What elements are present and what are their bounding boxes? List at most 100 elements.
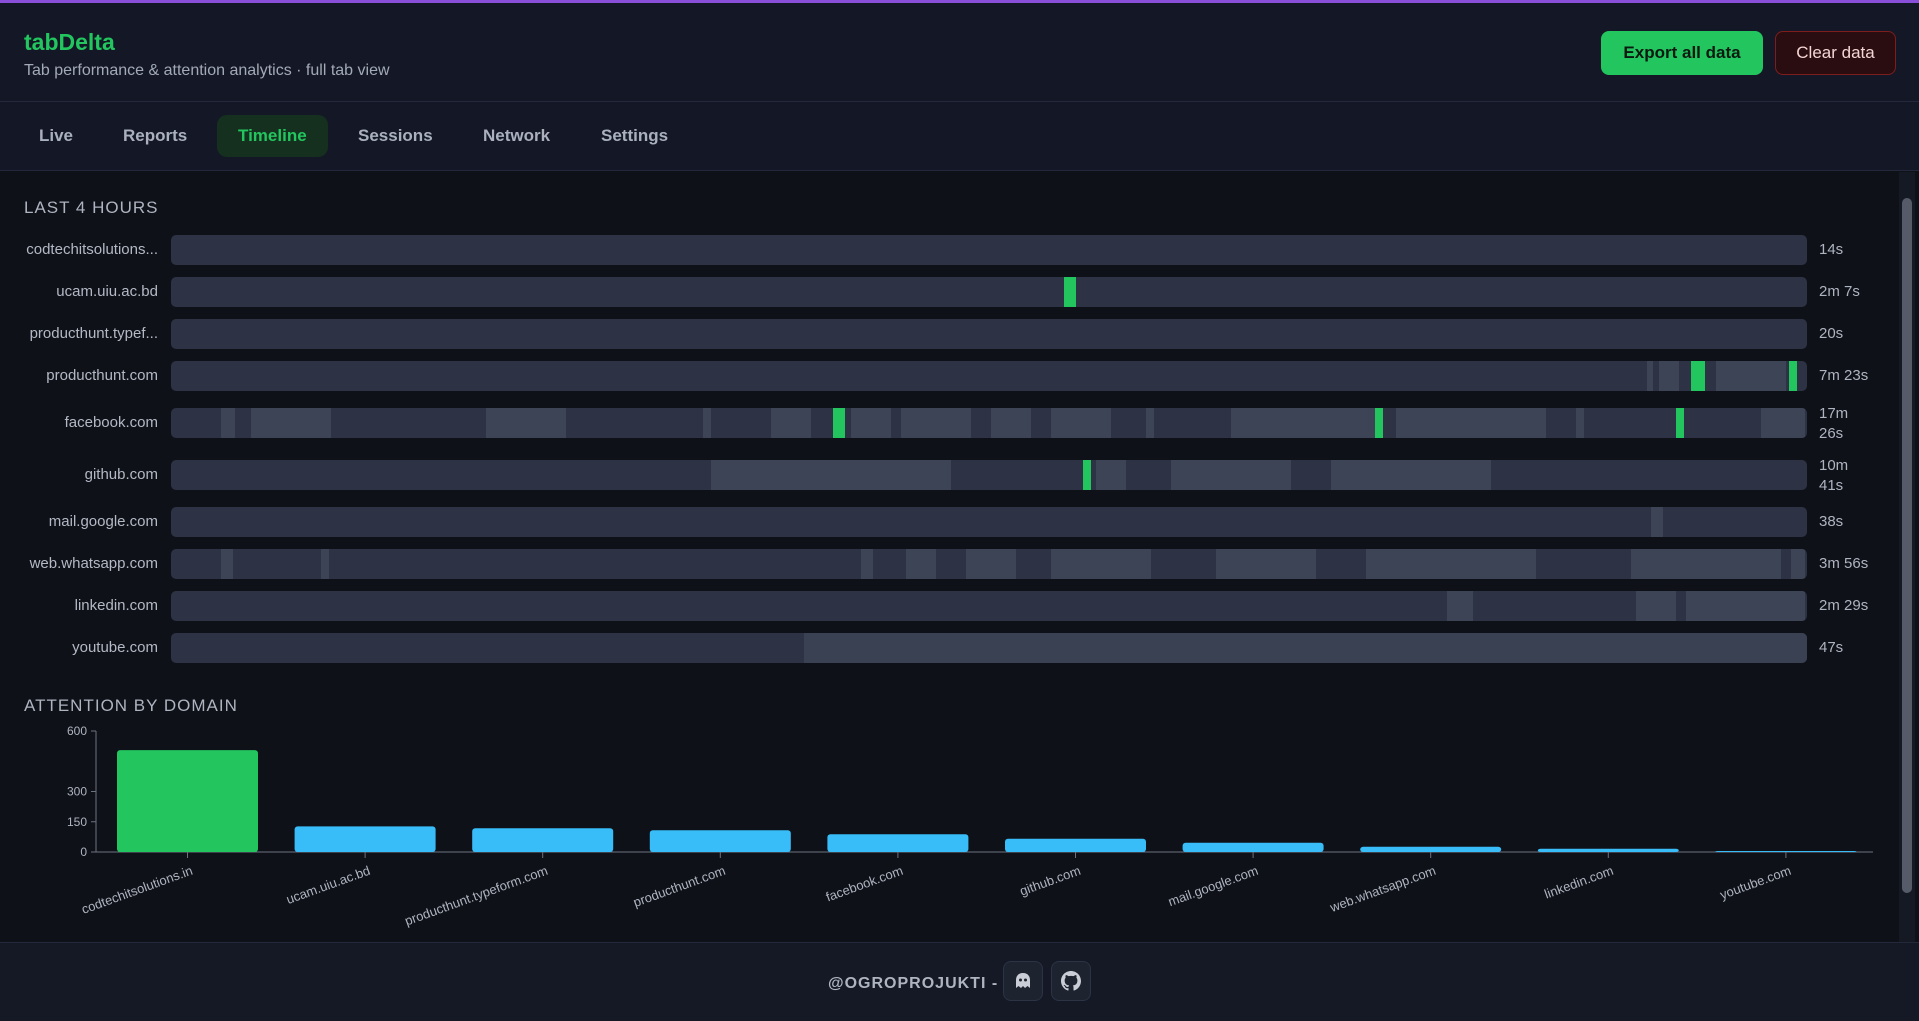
background-segment [711, 460, 951, 490]
timeline-track [171, 549, 1807, 579]
timeline-row-label: linkedin.com [74, 597, 158, 614]
bar-producthunt.com [649, 830, 791, 852]
active-focus-segment [1789, 361, 1797, 391]
x-tick-label: producthunt.typeform.com [403, 863, 550, 929]
tab-sessions[interactable]: Sessions [337, 115, 454, 157]
active-focus-segment [1676, 408, 1684, 438]
timeline-row-duration: 7m 23s [1819, 367, 1869, 384]
background-segment [251, 408, 331, 438]
background-segment [1716, 361, 1786, 391]
timeline-row-duration: 2m 29s [1819, 597, 1869, 614]
x-tick-label: web.whatsapp.com [1327, 863, 1438, 915]
timeline-row-label: mail.google.com [48, 513, 158, 530]
active-focus-segment [1691, 361, 1705, 391]
ghost-icon-glyph [1016, 973, 1030, 988]
background-segment [1686, 591, 1805, 621]
x-tick-label: mail.google.com [1166, 863, 1260, 909]
tab-timeline[interactable]: Timeline [217, 115, 328, 157]
background-segment [1761, 408, 1805, 438]
background-segment [901, 408, 971, 438]
background-segment [1171, 460, 1291, 490]
background-segment [1659, 361, 1679, 391]
background-segment [804, 633, 1807, 663]
active-focus-segment [833, 408, 845, 438]
background-segment [1366, 549, 1536, 579]
background-segment [1096, 460, 1126, 490]
timeline-row-duration: 3m 56s [1819, 555, 1869, 572]
timeline-row-duration: 20s [1819, 325, 1844, 342]
background-segment [1791, 549, 1805, 579]
attention-bar-chart: 0 150 300 600 codtechitsolutions.in ucam.uiu.… [67, 724, 1873, 929]
bar-facebook.com [827, 834, 969, 852]
footer-credit: @OGROPROJUKTI - [828, 975, 999, 992]
x-tick-label: linkedin.com [1542, 863, 1615, 902]
background-segment [1051, 408, 1111, 438]
timeline-row-label: producthunt.com [46, 367, 158, 384]
background-segment [1146, 408, 1154, 438]
bar-codtechitsolutions.in [117, 750, 258, 852]
active-focus-segment [1083, 460, 1091, 490]
footer: @OGROPROJUKTI - [0, 942, 1919, 1021]
background-segment [221, 408, 235, 438]
app-subtitle: Tab performance & attention analytics · … [24, 62, 390, 79]
timeline-row-label: github.com [84, 466, 158, 483]
x-tick-label: producthunt.com [631, 863, 727, 910]
tab-bar: Live Reports Timeline Sessions Network S… [0, 102, 1919, 171]
tab-live[interactable]: Live [18, 115, 94, 157]
timeline-track [171, 507, 1807, 537]
tab-settings[interactable]: Settings [580, 115, 689, 157]
y-tick-label: 0 [80, 845, 87, 859]
timeline-row-label: facebook.com [64, 414, 158, 431]
active-focus-segment [1064, 277, 1076, 307]
timeline-row-label: youtube.com [72, 639, 158, 656]
github-icon[interactable] [1051, 961, 1091, 1001]
background-segment [991, 408, 1031, 438]
timeline-track [171, 277, 1807, 307]
background-segment [1447, 591, 1473, 621]
background-segment [1216, 549, 1316, 579]
background-segment [966, 549, 1016, 579]
tab-network[interactable]: Network [462, 115, 571, 157]
export-all-data-button[interactable]: Export all data [1601, 31, 1763, 75]
y-tick-label: 300 [67, 785, 87, 799]
y-tick-label: 600 [67, 724, 87, 738]
timeline-row-duration: 47s [1819, 639, 1844, 656]
background-segment [771, 408, 811, 438]
tab-reports[interactable]: Reports [102, 115, 208, 157]
timeline-row-label: ucam.uiu.ac.bd [56, 283, 158, 300]
scrollbar-thumb[interactable] [1902, 198, 1912, 893]
timeline-track [171, 633, 1807, 663]
vertical-scrollbar[interactable] [1899, 172, 1915, 942]
timeline-row-duration: 38s [1819, 513, 1844, 530]
github-icon-glyph [1061, 971, 1081, 991]
background-segment [1051, 549, 1151, 579]
background-segment [221, 549, 233, 579]
timeline-row-duration: 17m 26s [1819, 405, 1849, 442]
attention-section-title: ATTENTION BY DOMAIN [24, 696, 238, 715]
background-segment [1651, 507, 1663, 537]
ghost-icon[interactable] [1003, 961, 1043, 1001]
x-tick-label: youtube.com [1718, 863, 1793, 903]
background-segment [1631, 549, 1781, 579]
background-segment [1647, 361, 1653, 391]
bar-linkedin.com [1537, 848, 1679, 852]
timeline-row-label: web.whatsapp.com [29, 555, 158, 572]
background-segment [851, 408, 891, 438]
y-tick-label: 150 [67, 815, 87, 829]
app-title: tabDelta [24, 29, 115, 55]
x-tick-label: facebook.com [824, 863, 905, 905]
bar-ucam.uiu.ac.bd [294, 826, 436, 852]
timeline-row-label: producthunt.typef... [29, 325, 158, 342]
timeline-track [171, 408, 1807, 438]
background-segment [321, 549, 329, 579]
clear-data-button[interactable]: Clear data [1775, 31, 1896, 75]
background-segment [1331, 460, 1491, 490]
timeline-track [171, 460, 1807, 490]
timeline-track [171, 319, 1807, 349]
x-tick-label: codtechitsolutions.in [79, 863, 194, 917]
timeline-track [171, 361, 1807, 391]
background-segment [1396, 408, 1546, 438]
x-tick-label: ucam.uiu.ac.bd [284, 863, 372, 907]
bar-youtube.com [1715, 851, 1857, 852]
background-segment [1231, 408, 1381, 438]
